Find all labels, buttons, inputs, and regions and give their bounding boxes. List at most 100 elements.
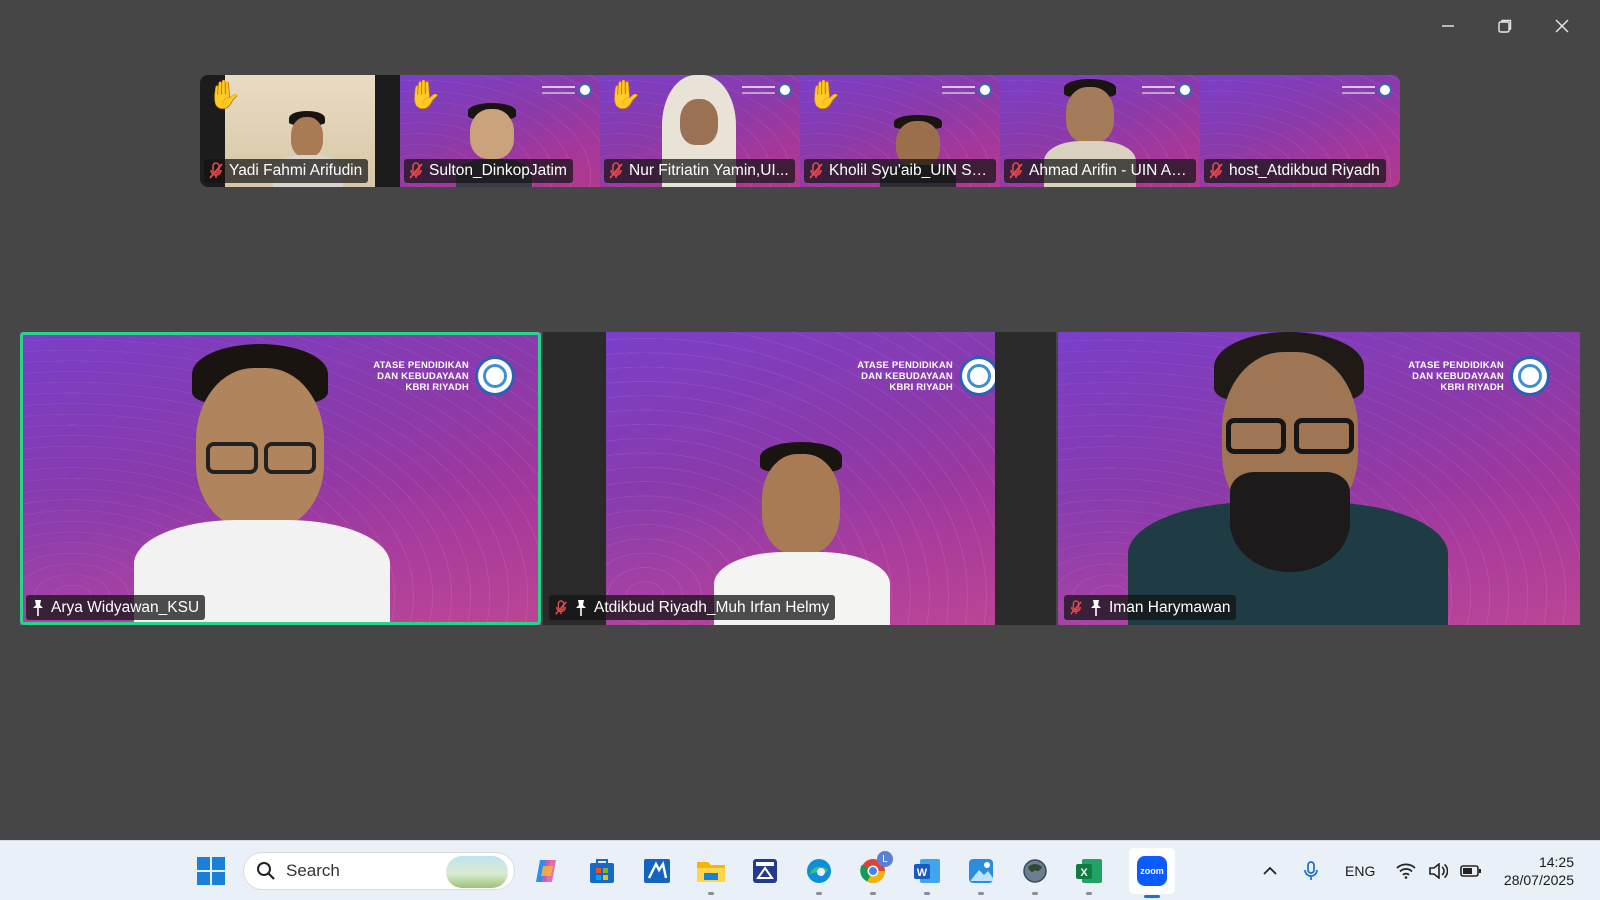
participant-name-tag: host_Atdikbud Riyadh — [1204, 159, 1386, 183]
system-status-area[interactable] — [1396, 841, 1482, 900]
participant-name: host_Atdikbud Riyadh — [1229, 162, 1380, 179]
folder-icon — [697, 862, 725, 882]
windows-logo-icon — [197, 857, 225, 885]
participant-name: Ahmad Arifin - UIN An... — [1029, 162, 1190, 179]
taskbar-zoom[interactable]: zoom — [1129, 848, 1175, 898]
volume-icon — [1429, 863, 1448, 879]
pin-icon — [576, 599, 586, 616]
microphone-tray[interactable] — [1303, 841, 1319, 900]
participant-thumb[interactable]: Ahmad Arifin - UIN An... — [1000, 75, 1200, 187]
taskbar-search[interactable]: Search — [243, 852, 515, 890]
raise-hand-icon: ✋ — [207, 79, 242, 110]
search-icon — [257, 862, 275, 880]
close-icon — [1555, 19, 1568, 33]
taskbar-clock[interactable]: 14:25 28/07/2025 — [1504, 853, 1574, 889]
participant-thumb[interactable]: ✋ Sulton_DinkopJatim — [400, 75, 600, 187]
copilot-icon — [536, 860, 556, 882]
taskbar-photos[interactable] — [961, 851, 1001, 895]
participant-thumb[interactable]: host_Atdikbud Riyadh — [1200, 75, 1400, 187]
microphone-icon — [1304, 861, 1318, 880]
participant-thumb[interactable]: ✋ Kholil Syu'aib_UIN SUT... — [800, 75, 1000, 187]
word-icon: W — [914, 859, 940, 883]
participant-name: Kholil Syu'aib_UIN SUT... — [829, 162, 990, 179]
kbri-logo: ATASE PENDIDIKAN DAN KEBUDAYAAN KBRI RIYAD… — [373, 356, 515, 396]
kbri-logo — [1342, 83, 1392, 97]
restore-button[interactable] — [1476, 8, 1533, 44]
gallery-strip: ✋ Yadi Fahmi Arifudin ✋ Sulton_DinkopJat… — [200, 75, 1400, 187]
mic-muted-icon — [809, 162, 823, 179]
video-feed: ATASE PENDIDIKAN DAN KEBUDAYAAN KBRI RIYAD… — [606, 332, 995, 625]
participant-name-tag: Arya Widyawan_KSU — [26, 595, 206, 620]
participant-name-tag: Yadi Fahmi Arifudin — [204, 159, 369, 183]
store-icon — [590, 859, 614, 883]
taskbar-excel[interactable]: X — [1069, 851, 1109, 895]
mic-muted-icon — [409, 162, 423, 179]
kbri-logo — [1142, 83, 1192, 97]
start-button[interactable] — [191, 851, 231, 891]
mic-muted-icon — [609, 162, 623, 179]
participant-thumb[interactable]: ✋ Nur Fitriatin Yamin,UI... — [600, 75, 800, 187]
taskbar-edge[interactable] — [799, 851, 839, 895]
taskbar-word[interactable]: W — [907, 851, 947, 895]
participant-name-tag: Nur Fitriatin Yamin,UI... — [604, 159, 795, 183]
minimize-button[interactable] — [1419, 8, 1476, 44]
search-highlight-image — [446, 856, 508, 888]
kbri-logo: ATASE PENDIDIKAN DAN KEBUDAYAAN KBRI RIYAD… — [857, 356, 995, 396]
kbri-logo: ATASE PENDIDIKAN DAN KEBUDAYAAN KBRI RIYAD… — [1408, 356, 1550, 396]
show-hidden-icons-button[interactable] — [1262, 841, 1278, 900]
svg-text:X: X — [1080, 867, 1088, 879]
pin-icon — [1091, 599, 1101, 616]
taskbar-app-calc[interactable] — [745, 851, 785, 891]
window-controls — [1419, 8, 1590, 44]
restore-icon — [1497, 19, 1511, 33]
mic-muted-icon — [1209, 162, 1223, 179]
chevron-up-icon — [1263, 866, 1277, 875]
kbri-logo — [742, 83, 792, 97]
participant-tile-active-speaker[interactable]: ATASE PENDIDIKAN DAN KEBUDAYAAN KBRI RIYAD… — [20, 332, 541, 625]
participant-tile[interactable]: ATASE PENDIDIKAN DAN KEBUDAYAAN KBRI RIYAD… — [543, 332, 1056, 625]
language-indicator[interactable]: ENG — [1345, 841, 1375, 900]
app-icon — [644, 859, 670, 883]
taskbar: Search L W X zoom ENG 14:25 28/07/2025 — [0, 840, 1600, 900]
raise-hand-icon: ✋ — [407, 79, 442, 110]
excel-icon: X — [1076, 859, 1102, 883]
taskbar-file-explorer[interactable] — [691, 851, 731, 895]
participant-name-tag: Kholil Syu'aib_UIN SUT... — [804, 159, 996, 183]
participant-thumb[interactable]: ✋ Yadi Fahmi Arifudin — [200, 75, 400, 187]
taskbar-app-globe[interactable] — [1015, 851, 1055, 895]
kbri-logo — [542, 83, 592, 97]
clock-date: 28/07/2025 — [1503, 872, 1574, 888]
participant-name-tag: Iman Harymawan — [1064, 595, 1237, 620]
globe-icon — [1023, 859, 1047, 883]
svg-text:W: W — [917, 867, 928, 879]
participant-name-tag: Sulton_DinkopJatim — [404, 159, 573, 183]
battery-icon — [1460, 865, 1481, 877]
photos-icon — [969, 859, 993, 883]
taskbar-app-blue[interactable] — [637, 851, 677, 891]
app-icon — [753, 859, 777, 883]
participant-name-tag: Atdikbud Riyadh_Muh Irfan Helmy — [549, 595, 836, 620]
mic-muted-icon — [1009, 162, 1023, 179]
edge-icon — [807, 859, 831, 883]
clock-time: 14:25 — [1538, 854, 1574, 870]
raise-hand-icon: ✋ — [607, 79, 642, 110]
mic-muted-icon — [209, 162, 223, 179]
taskbar-microsoft-store[interactable] — [582, 851, 622, 891]
minimize-icon — [1441, 25, 1454, 27]
participant-tile[interactable]: ATASE PENDIDIKAN DAN KEBUDAYAAN KBRI RIYAD… — [1058, 332, 1580, 625]
taskbar-copilot[interactable] — [527, 851, 567, 891]
participant-name-tag: Ahmad Arifin - UIN An... — [1004, 159, 1196, 183]
taskbar-chrome[interactable]: L — [853, 851, 893, 895]
profile-badge: L — [877, 851, 893, 867]
kbri-logo — [942, 83, 992, 97]
participant-name: Nur Fitriatin Yamin,UI... — [629, 162, 789, 179]
video-feed: ATASE PENDIDIKAN DAN KEBUDAYAAN KBRI RIYAD… — [20, 332, 541, 625]
close-button[interactable] — [1533, 8, 1590, 44]
mic-muted-icon — [555, 599, 567, 615]
mic-muted-icon — [1070, 599, 1082, 615]
pin-icon — [33, 599, 43, 616]
participant-name: Yadi Fahmi Arifudin — [229, 162, 363, 179]
zoom-icon: zoom — [1137, 856, 1167, 886]
raise-hand-icon: ✋ — [807, 79, 842, 110]
participant-name: Sulton_DinkopJatim — [429, 162, 567, 179]
